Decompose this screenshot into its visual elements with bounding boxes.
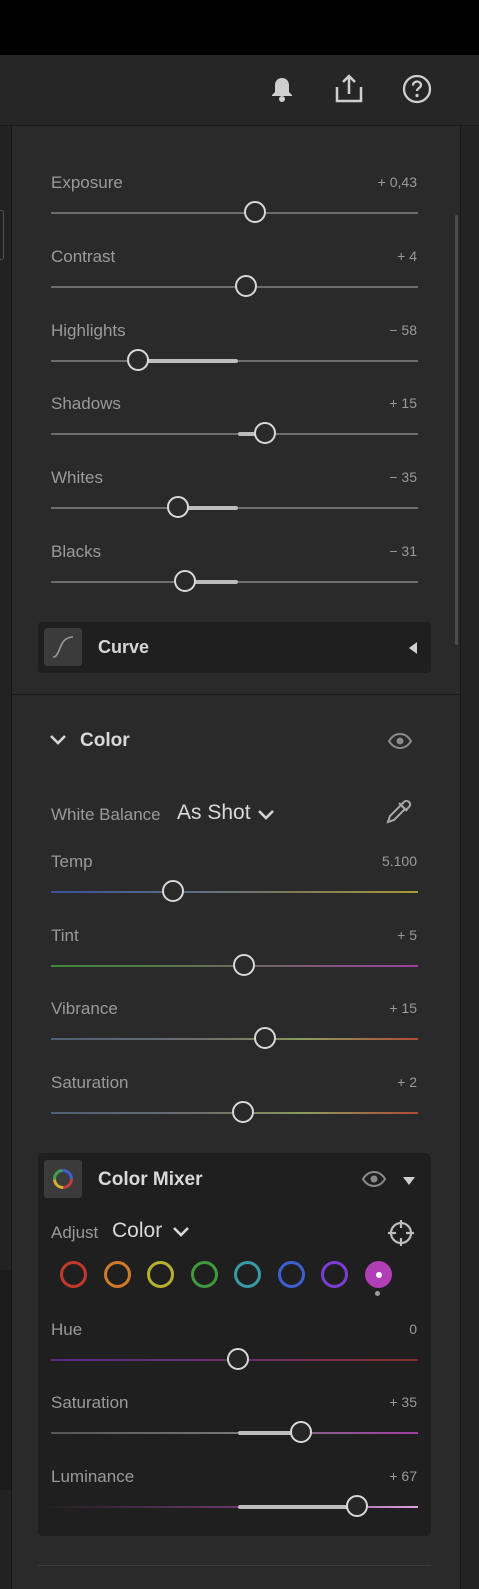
contrast-slider[interactable] [51, 275, 418, 297]
swatch-blue[interactable] [278, 1261, 305, 1288]
cm-saturation-slider[interactable] [51, 1421, 418, 1443]
swatch-purple[interactable] [321, 1261, 348, 1288]
luminance-fill [238, 1505, 358, 1509]
hue-label: Hue [51, 1320, 83, 1339]
blacks-slider[interactable] [51, 570, 418, 592]
vibrance-value[interactable]: + 15 [389, 1000, 417, 1016]
help-icon[interactable] [401, 73, 433, 105]
temp-label: Temp [51, 852, 93, 871]
exposure-slider[interactable] [51, 201, 418, 223]
color-wheel-icon [44, 1160, 82, 1198]
color-section-title[interactable]: Color [80, 730, 130, 752]
hue-knob[interactable] [227, 1348, 250, 1370]
color-mixer-title[interactable]: Color Mixer [98, 1169, 203, 1191]
swatch-yellow[interactable] [147, 1261, 174, 1288]
saturation-value[interactable]: + 2 [397, 1074, 417, 1090]
eyedropper-icon[interactable] [384, 796, 414, 826]
tint-value[interactable]: + 5 [397, 927, 417, 943]
section-divider [12, 694, 460, 695]
adjust-label: Adjust [51, 1223, 99, 1242]
highlights-knob[interactable] [126, 349, 149, 371]
color-collapse-chevron-icon[interactable] [49, 733, 67, 747]
swatch-orange[interactable] [104, 1261, 131, 1288]
exposure-value[interactable]: + 0,43 [378, 174, 417, 190]
shadows-label: Shadows [51, 394, 121, 413]
exposure-knob[interactable] [244, 201, 267, 223]
swatch-magenta[interactable] [365, 1261, 392, 1288]
saturation-label: Saturation [51, 1073, 129, 1092]
luminance-slider[interactable] [51, 1495, 418, 1517]
left-panel-handle[interactable] [0, 210, 4, 260]
adjust-chevron-icon[interactable] [172, 1225, 190, 1239]
whites-knob[interactable] [166, 496, 189, 518]
cm-saturation-label: Saturation [51, 1393, 129, 1412]
right-panel-edge [460, 126, 479, 1589]
color-visibility-eye-icon[interactable] [387, 732, 413, 750]
next-section-divider [38, 1565, 431, 1566]
left-panel-shade [0, 1270, 11, 1490]
temp-value[interactable]: 5.100 [382, 853, 417, 869]
color-mixer-collapse-icon[interactable] [403, 1177, 415, 1185]
contrast-label: Contrast [51, 247, 116, 266]
white-balance-dropdown[interactable]: As Shot [177, 801, 251, 825]
blacks-knob[interactable] [173, 570, 196, 592]
shadows-value[interactable]: + 15 [389, 395, 417, 411]
white-balance-label: White Balance [51, 805, 161, 824]
selected-swatch-dot [376, 1272, 382, 1278]
swatch-green[interactable] [191, 1261, 218, 1288]
blacks-label: Blacks [51, 542, 102, 561]
vibrance-slider[interactable] [51, 1027, 418, 1049]
luminance-value[interactable]: + 67 [389, 1468, 417, 1484]
targeted-adjustment-icon[interactable] [387, 1219, 415, 1247]
color-mixer-visibility-eye-icon[interactable] [361, 1170, 387, 1188]
hue-value[interactable]: 0 [409, 1321, 417, 1337]
vibrance-knob[interactable] [253, 1027, 276, 1049]
curve-icon [44, 628, 82, 666]
luminance-knob[interactable] [346, 1495, 369, 1517]
shadows-slider[interactable] [51, 422, 418, 444]
curve-row[interactable]: Curve [38, 622, 431, 673]
whites-slider[interactable] [51, 496, 418, 518]
hue-slider[interactable] [51, 1348, 418, 1370]
scrollbar[interactable] [455, 215, 458, 645]
window-top-bar [0, 0, 479, 55]
contrast-value[interactable]: + 4 [397, 248, 417, 264]
highlights-value[interactable]: − 58 [389, 322, 417, 338]
adjust-dropdown[interactable]: Color [112, 1219, 162, 1243]
temp-slider[interactable] [51, 880, 418, 902]
cm-saturation-value[interactable]: + 35 [389, 1394, 417, 1410]
selected-indicator [375, 1291, 380, 1296]
highlights-slider[interactable] [51, 349, 418, 371]
saturation-knob[interactable] [231, 1101, 254, 1123]
curve-expand-arrow-icon[interactable] [409, 642, 417, 654]
highlights-label: Highlights [51, 321, 126, 340]
blacks-value[interactable]: − 31 [389, 543, 417, 559]
bell-icon[interactable] [266, 73, 298, 105]
cm-saturation-knob[interactable] [289, 1421, 312, 1443]
highlights-fill [137, 359, 239, 363]
luminance-label: Luminance [51, 1467, 135, 1486]
toolbar [0, 55, 479, 126]
saturation-slider[interactable] [51, 1101, 418, 1123]
swatch-aqua[interactable] [234, 1261, 261, 1288]
tint-label: Tint [51, 926, 79, 945]
tint-slider[interactable] [51, 954, 418, 976]
swatch-red[interactable] [60, 1261, 87, 1288]
exposure-label: Exposure [51, 173, 123, 192]
shadows-knob[interactable] [253, 422, 276, 444]
vibrance-label: Vibrance [51, 999, 118, 1018]
curve-label: Curve [98, 637, 150, 657]
whites-value[interactable]: − 35 [389, 469, 417, 485]
temp-knob[interactable] [161, 880, 184, 902]
whites-label: Whites [51, 468, 103, 487]
white-balance-chevron-icon[interactable] [257, 808, 275, 822]
share-icon[interactable] [333, 73, 365, 105]
